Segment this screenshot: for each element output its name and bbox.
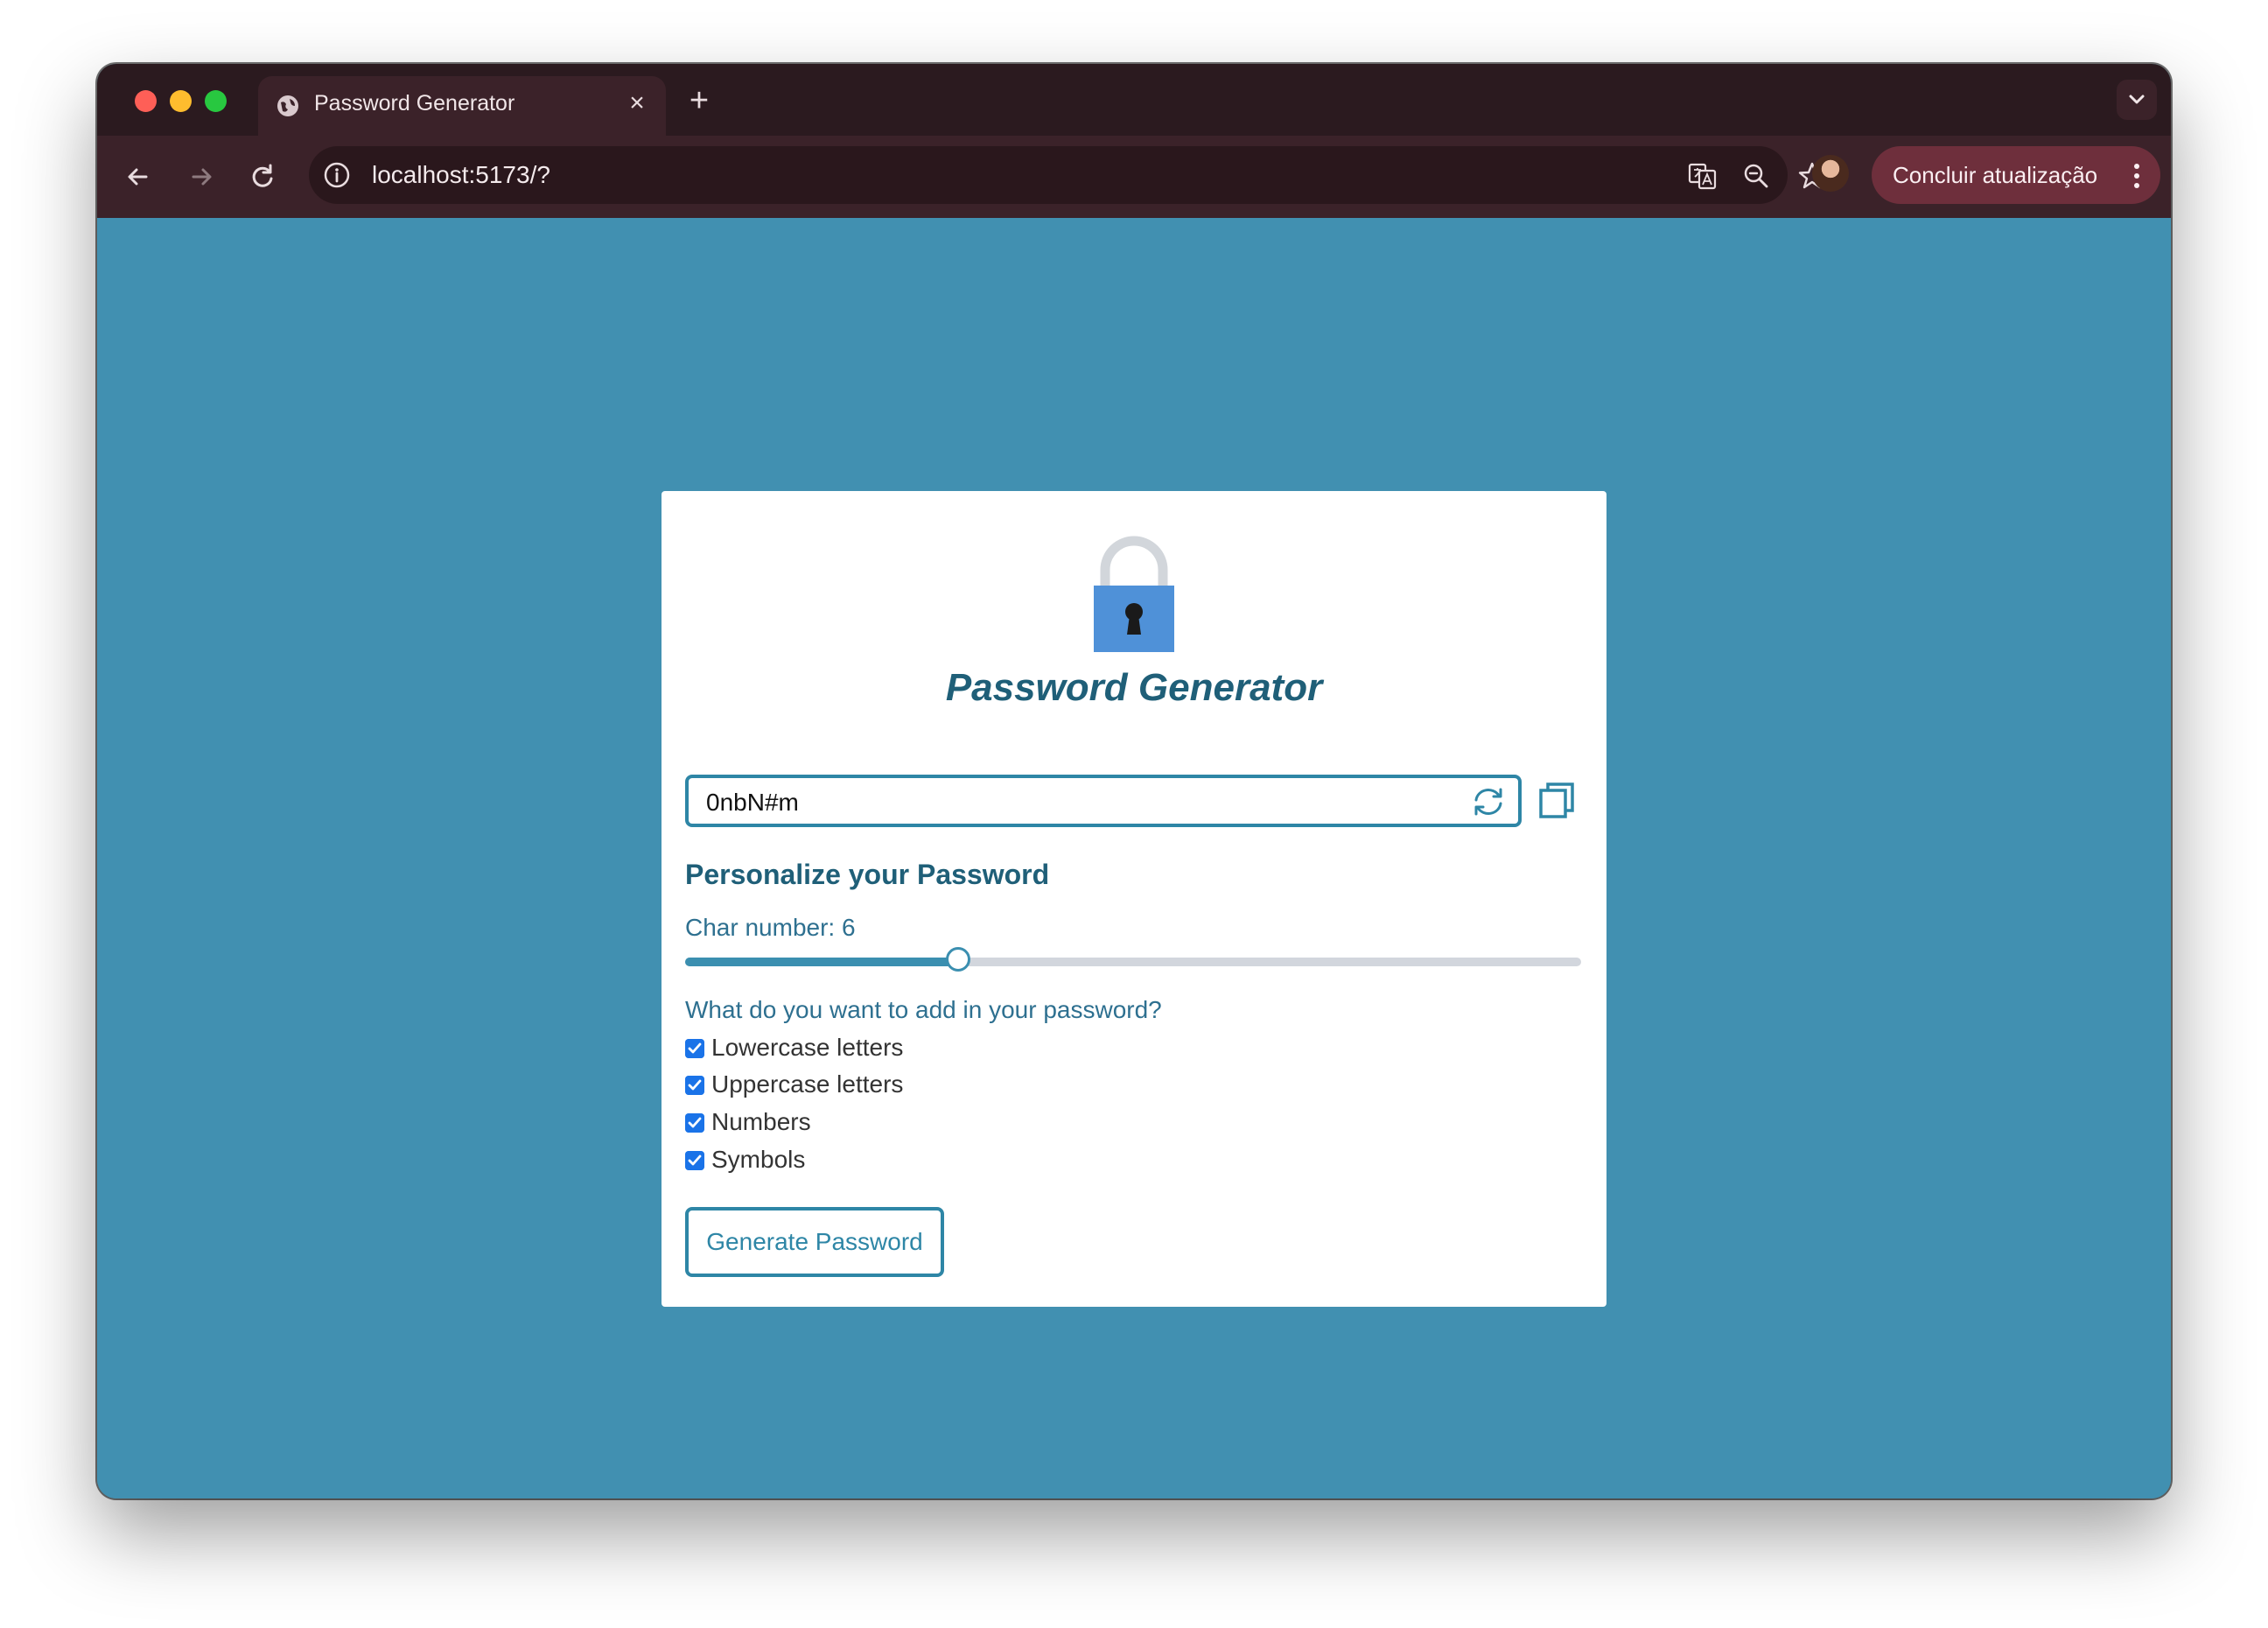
option-label: Symbols <box>711 1146 806 1173</box>
update-button-label: Concluir atualização <box>1893 162 2098 188</box>
tab-search-button[interactable] <box>2117 80 2157 120</box>
zoom-icon[interactable] <box>1740 160 1772 192</box>
lock-icon <box>1094 536 1174 652</box>
password-value: 0nbN#m <box>706 789 799 816</box>
chevron-down-icon <box>2129 95 2145 104</box>
browser-window: Password Generator × + localhost:5173/? … <box>97 64 2171 1498</box>
page-title: Password Generator <box>945 666 1323 709</box>
slider-fill <box>685 958 959 966</box>
update-browser-button[interactable]: Concluir atualização <box>1872 146 2160 204</box>
maximize-window-button[interactable] <box>205 90 227 112</box>
copy-icon[interactable] <box>1536 780 1577 820</box>
more-vert-icon[interactable] <box>2132 162 2141 190</box>
section-title: Personalize your Password <box>685 859 1050 890</box>
checkbox-checked-icon[interactable] <box>685 1113 704 1133</box>
char-number-slider[interactable] <box>685 947 1581 972</box>
minimize-window-button[interactable] <box>170 90 192 112</box>
new-tab-icon[interactable]: + <box>682 83 717 118</box>
tab-close-icon[interactable]: × <box>622 88 652 118</box>
site-info-icon[interactable] <box>323 161 351 189</box>
profile-avatar[interactable] <box>1812 155 1849 192</box>
address-bar[interactable]: localhost:5173/? <box>309 146 1826 204</box>
generate-password-button[interactable]: Generate Password <box>685 1207 944 1277</box>
options-question: What do you want to add in your password… <box>685 996 1162 1023</box>
browser-toolbar: localhost:5173/? Concluir atualização <box>97 136 2171 218</box>
page-viewport: Password Generator 0nbN#m Personalize yo… <box>97 218 2171 1498</box>
password-output-field[interactable]: 0nbN#m <box>685 775 1522 827</box>
refresh-icon[interactable] <box>1469 784 1508 819</box>
option-label: Numbers <box>711 1108 811 1135</box>
close-window-button[interactable] <box>135 90 157 112</box>
option-label: Lowercase letters <box>711 1034 904 1061</box>
option-label: Uppercase letters <box>711 1070 904 1098</box>
back-icon[interactable] <box>118 157 158 197</box>
url-text: localhost:5173/? <box>372 161 550 188</box>
checkbox-checked-icon[interactable] <box>685 1076 704 1095</box>
title-bar: Password Generator × + <box>97 64 2171 136</box>
checkbox-checked-icon[interactable] <box>685 1039 704 1058</box>
forward-icon[interactable] <box>181 157 221 197</box>
browser-tab[interactable]: Password Generator × <box>258 76 666 136</box>
generate-button-label: Generate Password <box>706 1228 923 1255</box>
checkbox-checked-icon[interactable] <box>685 1151 704 1170</box>
tab-title: Password Generator <box>314 91 515 116</box>
slider-thumb[interactable] <box>946 947 971 972</box>
char-number-label: Char number: 6 <box>685 914 856 941</box>
translate-icon[interactable] <box>1687 160 1718 192</box>
generator-card: Password Generator 0nbN#m Personalize yo… <box>662 491 1606 1307</box>
reload-icon[interactable] <box>242 157 283 197</box>
globe-icon <box>277 95 298 116</box>
